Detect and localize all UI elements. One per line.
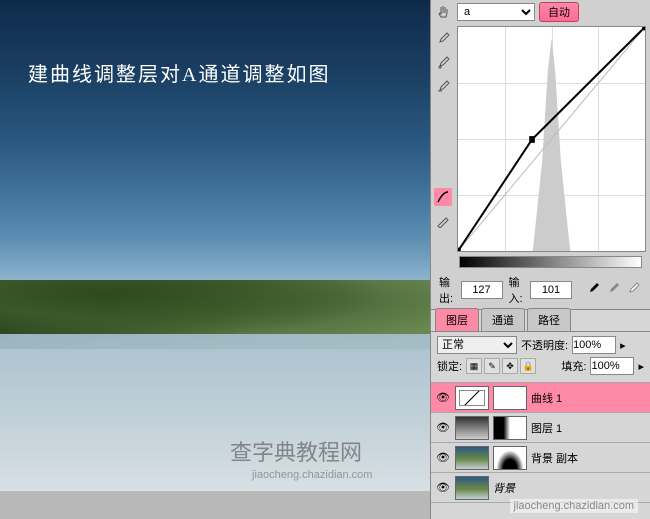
lock-all-icon[interactable]: 🔒	[520, 358, 536, 374]
tab-paths[interactable]: 路径	[527, 308, 571, 331]
curves-tools	[431, 24, 455, 254]
eyedropper-plus-icon[interactable]	[434, 54, 452, 72]
output-input[interactable]	[461, 281, 503, 299]
right-panel: a 自动	[430, 0, 650, 519]
chevron-right-icon[interactable]: ▸	[638, 360, 644, 373]
layer-name[interactable]: 图层 1	[531, 420, 562, 436]
gray-point-icon[interactable]	[606, 282, 622, 298]
canvas-annotation: 建曲线调整层对A通道调整如图	[28, 58, 330, 87]
blend-mode-select[interactable]: 正常	[437, 336, 517, 354]
hand-icon[interactable]	[435, 3, 453, 21]
layer-thumbnail[interactable]	[455, 476, 489, 500]
channel-select[interactable]: a	[457, 3, 535, 21]
landscape-reflection	[0, 334, 430, 491]
layer-thumbnail[interactable]	[455, 446, 489, 470]
layer-mask[interactable]	[493, 386, 527, 410]
layers-panel: 图层 通道 路径 正常 不透明度: ▸ 锁定: ▦ ✎ ✥ 🔒 填充:	[431, 310, 650, 519]
white-point-icon[interactable]	[626, 282, 642, 298]
eyedropper-minus-icon[interactable]	[434, 78, 452, 96]
chevron-right-icon[interactable]: ▸	[620, 339, 626, 352]
document-canvas[interactable]: 建曲线调整层对A通道调整如图 查字典教程网 jiaocheng.chazidia…	[0, 0, 430, 491]
opacity-label: 不透明度:	[521, 337, 568, 353]
output-label: 输出:	[439, 274, 455, 306]
tab-layers[interactable]: 图层	[435, 308, 479, 331]
input-label: 输入:	[509, 274, 525, 306]
visibility-icon[interactable]: 👁	[435, 420, 451, 436]
visibility-icon[interactable]: 👁	[435, 390, 451, 406]
lock-position-icon[interactable]: ✥	[502, 358, 518, 374]
curve-point-icon[interactable]	[434, 188, 452, 206]
curve-line	[458, 27, 645, 251]
fill-label: 填充:	[561, 358, 586, 374]
layer-name[interactable]: 背景 副本	[531, 450, 578, 466]
curves-graph[interactable]	[457, 26, 646, 252]
layer-thumbnail[interactable]	[455, 386, 489, 410]
layer-row[interactable]: 👁 背景 副本	[431, 443, 650, 473]
layer-thumbnail[interactable]	[455, 416, 489, 440]
layer-name[interactable]: 背景	[493, 480, 515, 496]
opacity-input[interactable]	[572, 336, 616, 354]
curves-panel: a 自动	[431, 0, 650, 310]
visibility-icon[interactable]: 👁	[435, 450, 451, 466]
eyedropper-icon[interactable]	[434, 30, 452, 48]
tab-channels[interactable]: 通道	[481, 308, 525, 331]
fill-input[interactable]	[590, 357, 634, 375]
pencil-icon[interactable]	[434, 212, 452, 230]
watermark-title: 查字典教程网	[230, 435, 362, 467]
input-input[interactable]	[530, 281, 572, 299]
layer-name[interactable]: 曲线 1	[531, 390, 562, 406]
lock-label: 锁定:	[437, 358, 462, 374]
watermark-domain-left: jiaocheng.chazidian.com	[252, 469, 372, 481]
layer-row[interactable]: 👁 图层 1	[431, 413, 650, 443]
auto-button[interactable]: 自动	[539, 2, 579, 22]
layer-mask[interactable]	[493, 446, 527, 470]
lock-image-icon[interactable]: ✎	[484, 358, 500, 374]
black-point-icon[interactable]	[586, 282, 602, 298]
input-gradient	[459, 256, 642, 268]
visibility-icon[interactable]: 👁	[435, 480, 451, 496]
layer-list: 👁 曲线 1 👁 图层 1 👁 背景 副本 👁 背景	[431, 383, 650, 503]
layer-row[interactable]: 👁 曲线 1	[431, 383, 650, 413]
watermark-domain: jiaocheng.chazidian.com	[510, 499, 638, 513]
lock-transparency-icon[interactable]: ▦	[466, 358, 482, 374]
layer-mask[interactable]	[493, 416, 527, 440]
